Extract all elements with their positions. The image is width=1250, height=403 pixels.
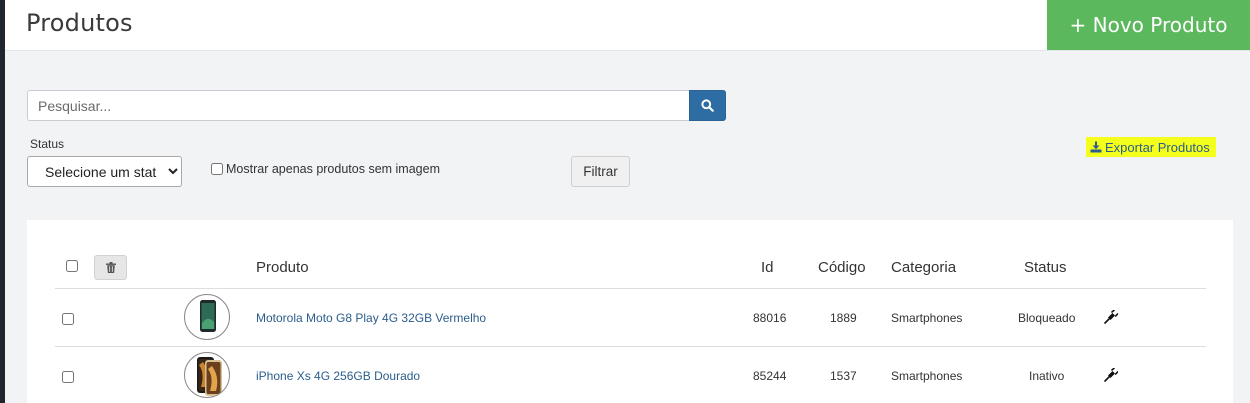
select-all-checkbox[interactable] — [66, 260, 78, 272]
new-product-label: + Novo Produto — [1069, 13, 1228, 37]
search-input[interactable] — [27, 90, 689, 121]
plug-icon[interactable] — [1104, 368, 1118, 382]
table-header-divider — [55, 288, 1206, 289]
table-row-divider — [55, 346, 1206, 347]
search-icon — [701, 99, 714, 112]
product-thumbnail — [184, 294, 230, 340]
search-bar — [27, 90, 726, 121]
export-products-label: Exportar Produtos — [1105, 139, 1210, 155]
filter-button[interactable]: Filtrar — [571, 156, 630, 187]
without-image-checkbox[interactable] — [211, 163, 223, 175]
col-header-produto[interactable]: Produto — [256, 259, 309, 276]
without-image-label[interactable]: Mostrar apenas produtos sem imagem — [226, 162, 440, 176]
delete-selected-button[interactable] — [94, 255, 127, 280]
search-button[interactable] — [689, 90, 726, 121]
product-status: Bloqueado — [1018, 311, 1076, 325]
new-product-button[interactable]: + Novo Produto — [1047, 0, 1250, 50]
col-header-status[interactable]: Status — [1024, 259, 1067, 276]
product-id: 85244 — [753, 369, 787, 383]
product-status: Inativo — [1029, 369, 1065, 383]
product-category: Smartphones — [891, 311, 963, 325]
row-checkbox[interactable] — [62, 313, 74, 325]
app-sidebar-edge — [0, 0, 5, 403]
product-id: 88016 — [753, 311, 787, 325]
product-code: 1889 — [830, 311, 857, 325]
product-category: Smartphones — [891, 369, 963, 383]
download-icon — [1090, 141, 1102, 153]
product-name-link[interactable]: Motorola Moto G8 Play 4G 32GB Vermelho — [256, 311, 486, 325]
status-select[interactable]: Selecione um status — [27, 156, 182, 187]
col-header-categoria[interactable]: Categoria — [891, 259, 956, 276]
status-filter-label: Status — [30, 137, 65, 151]
product-code: 1537 — [830, 369, 857, 383]
export-products-link[interactable]: Exportar Produtos — [1086, 137, 1216, 157]
plug-icon[interactable] — [1104, 310, 1118, 324]
trash-icon — [105, 262, 116, 273]
without-image-filter: Mostrar apenas produtos sem imagem — [211, 162, 440, 176]
product-thumbnail — [184, 352, 230, 398]
col-header-codigo[interactable]: Código — [818, 259, 866, 276]
product-name-link[interactable]: iPhone Xs 4G 256GB Dourado — [256, 369, 420, 383]
row-checkbox[interactable] — [62, 371, 74, 383]
page-title: Produtos — [26, 9, 133, 37]
col-header-id[interactable]: Id — [761, 259, 774, 276]
